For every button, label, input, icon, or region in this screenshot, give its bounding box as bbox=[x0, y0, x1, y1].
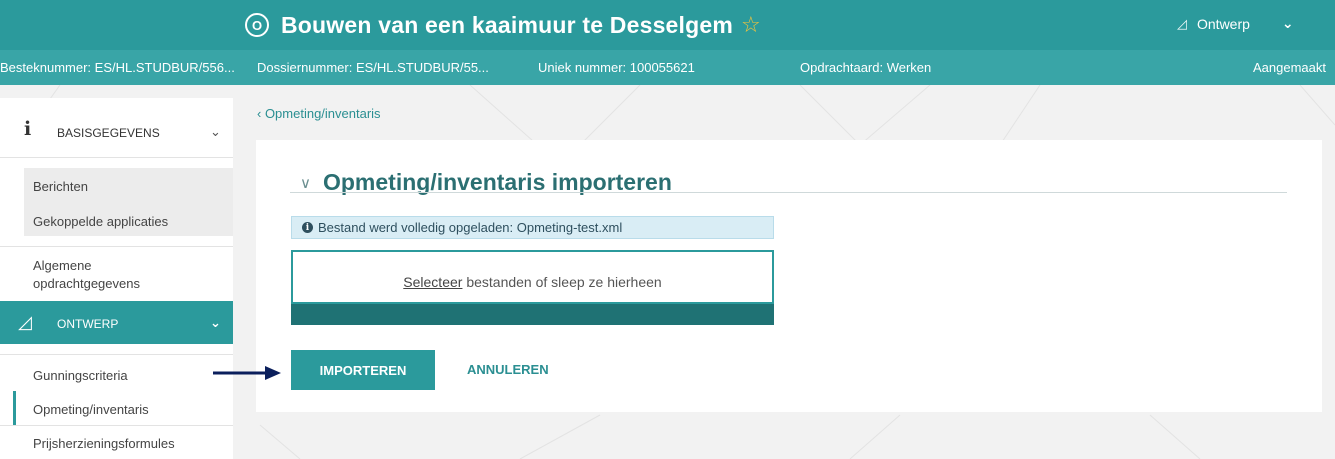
sidebar-item-opmeting-inventaris[interactable]: Opmeting/inventaris bbox=[33, 402, 149, 417]
import-card: ∨ Opmeting/inventaris importeren i Besta… bbox=[256, 140, 1322, 412]
cancel-button[interactable]: ANNULEREN bbox=[467, 362, 549, 377]
chevron-down-icon: ⌄ bbox=[210, 315, 221, 330]
sidebar-section-basisgegevens[interactable]: i BASISGEGEVENS ⌄ bbox=[0, 98, 233, 158]
sidebar-item-berichten[interactable]: Berichten bbox=[33, 179, 88, 194]
status-circle-icon: O bbox=[245, 13, 269, 37]
sidebar-item-algemene-line2[interactable]: opdrachtgegevens bbox=[33, 276, 140, 291]
upload-progress-fill bbox=[291, 304, 774, 325]
uniek-nummer: Uniek nummer: 100055621 bbox=[538, 60, 695, 75]
star-icon[interactable]: ☆ bbox=[741, 14, 761, 36]
info-icon: i bbox=[302, 222, 313, 233]
sidebar-section-ontwerp[interactable]: ◿ ONTWERP ⌄ bbox=[0, 301, 233, 344]
pencil-ruler-icon: ◿ bbox=[18, 312, 32, 332]
chevron-down-icon: ⌄ bbox=[1281, 15, 1294, 31]
sidebar-section-label: BASISGEGEVENS bbox=[57, 126, 160, 140]
sidebar: i BASISGEGEVENS ⌄ Berichten Gekoppelde a… bbox=[0, 98, 233, 459]
upload-success-alert: i Bestand werd volledig opgeladen: Opmet… bbox=[291, 216, 774, 239]
chevron-down-icon: ⌄ bbox=[210, 124, 221, 139]
active-item-marker bbox=[13, 391, 16, 425]
sidebar-item-gunningscriteria[interactable]: Gunningscriteria bbox=[33, 368, 128, 383]
alert-text: Bestand werd volledig opgeladen: Opmetin… bbox=[318, 220, 623, 235]
status-label: Aangemaakt bbox=[1253, 60, 1326, 75]
page-title: Bouwen van een kaaimuur te Desselgem bbox=[281, 11, 734, 38]
sidebar-item-prijsherzieningsformules[interactable]: Prijsherzieningsformules bbox=[33, 436, 175, 451]
divider bbox=[0, 246, 233, 247]
pointer-arrow bbox=[213, 366, 281, 380]
select-files-link[interactable]: Selecteer bbox=[403, 274, 462, 290]
breadcrumb[interactable]: ‹ Opmeting/inventaris bbox=[257, 106, 381, 121]
sidebar-item-gekoppelde-applicaties[interactable]: Gekoppelde applicaties bbox=[33, 214, 168, 229]
besteknummer: Besteknummer: ES/HL.STUDBUR/556... bbox=[0, 60, 235, 75]
divider bbox=[0, 425, 233, 426]
sidebar-item-algemene-line1[interactable]: Algemene bbox=[33, 258, 92, 273]
top-bar: O Bouwen van een kaaimuur te Desselgem ☆… bbox=[0, 0, 1335, 50]
divider bbox=[290, 192, 1287, 193]
pencil-ruler-icon: ◿ bbox=[1177, 15, 1187, 31]
import-button[interactable]: IMPORTEREN bbox=[291, 350, 435, 390]
opdrachtaard: Opdrachtaard: Werken bbox=[800, 60, 932, 75]
dossiernummer: Dossiernummer: ES/HL.STUDBUR/55... bbox=[257, 60, 489, 75]
dropzone-text: bestanden of sleep ze hierheen bbox=[462, 274, 662, 290]
chevron-down-icon: ∨ bbox=[300, 174, 311, 192]
phase-label: Ontwerp bbox=[1197, 15, 1250, 32]
upload-progress-bar bbox=[291, 304, 774, 325]
file-dropzone[interactable]: Selecteer bestanden of sleep ze hierheen bbox=[291, 250, 774, 304]
phase-selector[interactable]: ◿ Ontwerp ⌄ bbox=[1177, 15, 1294, 32]
divider bbox=[0, 354, 233, 355]
meta-bar: Besteknummer: ES/HL.STUDBUR/556... Dossi… bbox=[0, 50, 1335, 85]
title-area: O Bouwen van een kaaimuur te Desselgem ☆ bbox=[245, 10, 761, 40]
sidebar-section-label: ONTWERP bbox=[57, 317, 119, 331]
info-icon: i bbox=[24, 118, 32, 140]
